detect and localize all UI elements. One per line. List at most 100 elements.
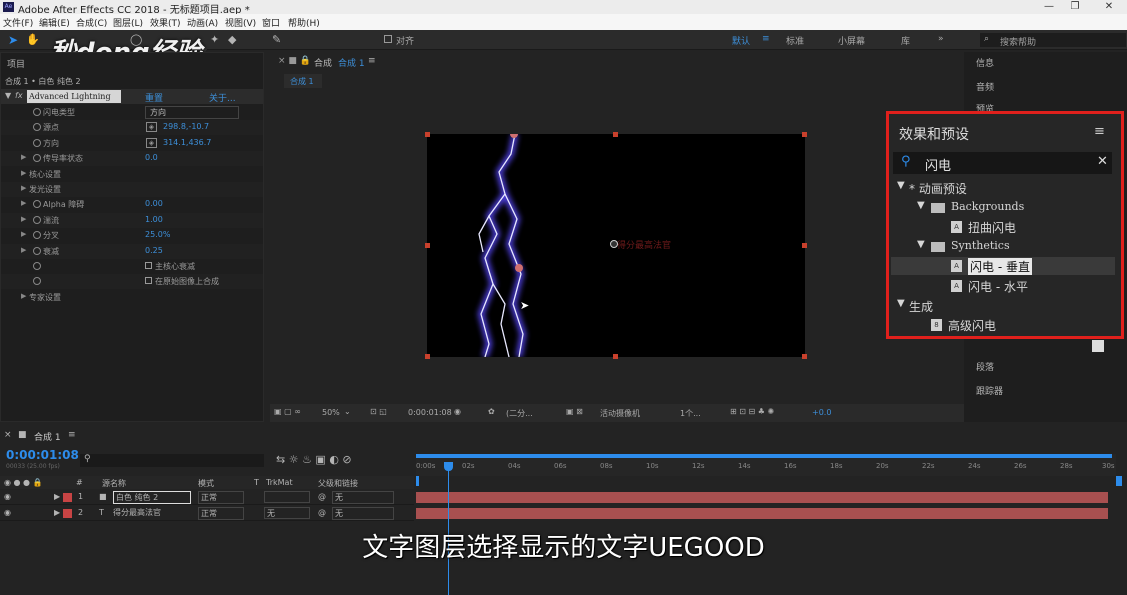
expand-icon[interactable]: ▶ [21,246,26,254]
parent-pickwhip-icon[interactable]: @ [318,492,326,501]
menu-help[interactable]: 帮助(H) [288,16,320,29]
layer-bar-1[interactable] [416,492,1108,503]
stopwatch-icon[interactable] [33,262,41,270]
effect-prop-value[interactable]: 298.8,-10.7 [163,122,209,131]
fx-about-link[interactable]: 关于... [209,91,236,104]
pin-tool-icon[interactable]: ✎ [272,33,281,46]
layer-bar-2[interactable] [416,508,1108,519]
expand-arrow-icon[interactable]: ▼ [917,239,925,250]
effect-prop-row[interactable]: 方向 ◈ 314.1,436.7 [1,136,263,151]
handle-br[interactable] [802,354,807,359]
mode-header[interactable]: 模式 [198,478,214,489]
effects-tree-item[interactable]: A 扭曲闪电 [891,218,1115,236]
close-button[interactable]: ✕ [1094,0,1124,14]
layer-label-color[interactable] [63,509,72,518]
effect-prop-row[interactable]: ▶ 发光设置 [1,182,263,197]
workspace-library[interactable]: 库 [901,34,910,47]
handle-bm[interactable] [613,354,618,359]
layer-label-color[interactable] [63,493,72,502]
fx-expand-icon[interactable]: ▼ [5,91,11,100]
panel-menu-icon[interactable]: ≡ [1094,124,1105,139]
viewer-timecode[interactable]: 0:00:01:08 [408,408,452,417]
project-tab[interactable]: 项目 [7,57,25,70]
effects-tree-item[interactable]: ▼ 生成 [891,297,1115,315]
effects-tree-item[interactable]: 8 高级闪电 [891,316,1115,334]
audio-panel-tab[interactable]: 音频 [976,80,994,93]
point-target-icon[interactable]: ◈ [146,137,157,148]
stopwatch-icon[interactable] [33,231,41,240]
source-name-header[interactable]: 源名称 [102,478,126,489]
comp-tab[interactable]: 合成 1 [338,56,365,69]
effect-prop-value[interactable]: 0.0 [145,153,158,162]
layer-trkmat-select[interactable] [264,491,310,503]
stopwatch-icon[interactable] [33,138,41,147]
exposure-value[interactable]: +0.0 [812,408,831,417]
eraser-tool-icon[interactable]: ◆ [228,33,236,46]
effects-tree-item[interactable]: ▼ * 动画预设 [891,179,1115,197]
grid-icon[interactable]: ▣ ⊠ [566,407,583,416]
comp-panel-menu-icon[interactable]: ≡ [368,56,376,66]
effect-prop-row[interactable]: ▶ 湍流 1.00 [1,212,263,228]
menu-view[interactable]: 视图(V) [225,16,256,29]
work-area-end-icon[interactable] [1116,476,1122,486]
effect-prop-value[interactable]: 1.00 [145,215,163,224]
stopwatch-icon[interactable] [33,277,41,286]
menu-animation[interactable]: 动画(A) [187,16,218,29]
visibility-eye-icon[interactable]: ◉ [4,508,11,517]
effects-tree-item[interactable]: ▼ Backgrounds [891,199,1115,217]
menu-edit[interactable]: 编辑(E) [39,16,70,29]
menu-file[interactable]: 文件(F) [3,16,33,29]
timeline-close-icon[interactable]: × [4,430,12,440]
layer-mode-select[interactable]: 正常 [198,507,244,520]
align-checkbox[interactable] [384,35,392,43]
expand-icon[interactable]: ▶ [21,184,26,192]
workspace-standard[interactable]: 标准 [786,34,804,47]
views-select[interactable]: 1个... [680,408,701,419]
layer-expand-icon[interactable]: ▶ [54,508,60,517]
restore-button[interactable]: ❐ [1060,0,1090,14]
effects-search-input[interactable]: ⚲ 闪电 ✕ [893,152,1112,174]
canvas-text-layer[interactable]: 得分最高法官 [617,238,671,251]
viewer-icons[interactable]: ▣ ▢ ∞ [274,407,301,416]
checkbox[interactable] [145,262,152,269]
timeline-switch-icons[interactable]: ⇆ ☼ ♨ ▣ ◐ ⊘ [276,453,352,466]
fx-reset-link[interactable]: 重置 [145,91,163,104]
menu-composition[interactable]: 合成(C) [76,16,107,29]
stopwatch-icon[interactable] [33,154,41,163]
work-area-start-icon[interactable] [416,476,419,486]
new-preset-icon[interactable] [1092,340,1104,352]
handle-bl[interactable] [425,354,430,359]
layer-trkmat-select[interactable]: 无 [264,507,310,519]
clear-search-icon[interactable]: ✕ [1097,154,1108,169]
expand-icon[interactable]: ▶ [21,230,26,238]
menu-effect[interactable]: 效果(T) [150,16,181,29]
menu-layer[interactable]: 图层(L) [113,16,143,29]
layer-row[interactable]: ◉ ▶ 1 ■ 白色 纯色 2 正常 @ 无 [0,490,414,505]
hand-tool-icon[interactable]: ✋ [26,33,40,46]
expand-icon[interactable]: ▶ [21,215,26,223]
selection-tool-icon[interactable]: ➤ [8,33,18,47]
menu-window[interactable]: 窗口 [262,16,280,29]
tracker-panel-tab[interactable]: 跟踪器 [976,384,1003,397]
parent-header[interactable]: 父级和链接 [318,478,358,489]
playhead-icon[interactable] [444,462,453,471]
camera-select[interactable]: 活动摄像机 [600,408,640,419]
effect-prop-row[interactable]: ▶ 衰减 0.25 [1,243,263,259]
effect-prop-row[interactable]: 在原始图像上合成 [1,274,263,290]
workspace-more[interactable]: » [938,34,944,44]
point-target-icon[interactable]: ◈ [146,122,157,133]
effect-prop-row[interactable]: 闪电类型 方向 [1,105,263,120]
effect-prop-value[interactable]: 314.1,436.7 [163,138,211,147]
stopwatch-icon[interactable] [33,246,41,255]
resolution-select[interactable]: (二分... [506,408,533,419]
work-area-bar[interactable] [416,454,1112,458]
effects-tree-item[interactable]: A 闪电 - 垂直 [891,257,1115,276]
handle-ml[interactable] [425,243,430,248]
expand-icon[interactable]: ▶ [21,169,26,177]
stopwatch-icon[interactable] [33,215,41,224]
region-icon[interactable]: ⊡ ◱ [370,407,387,416]
layer-parent-select[interactable]: 无 [332,491,394,504]
paragraph-panel-tab[interactable]: 段落 [976,360,994,373]
effect-prop-value[interactable]: 方向 [145,106,239,119]
effect-prop-row[interactable]: 源点 ◈ 298.8,-10.7 [1,120,263,136]
